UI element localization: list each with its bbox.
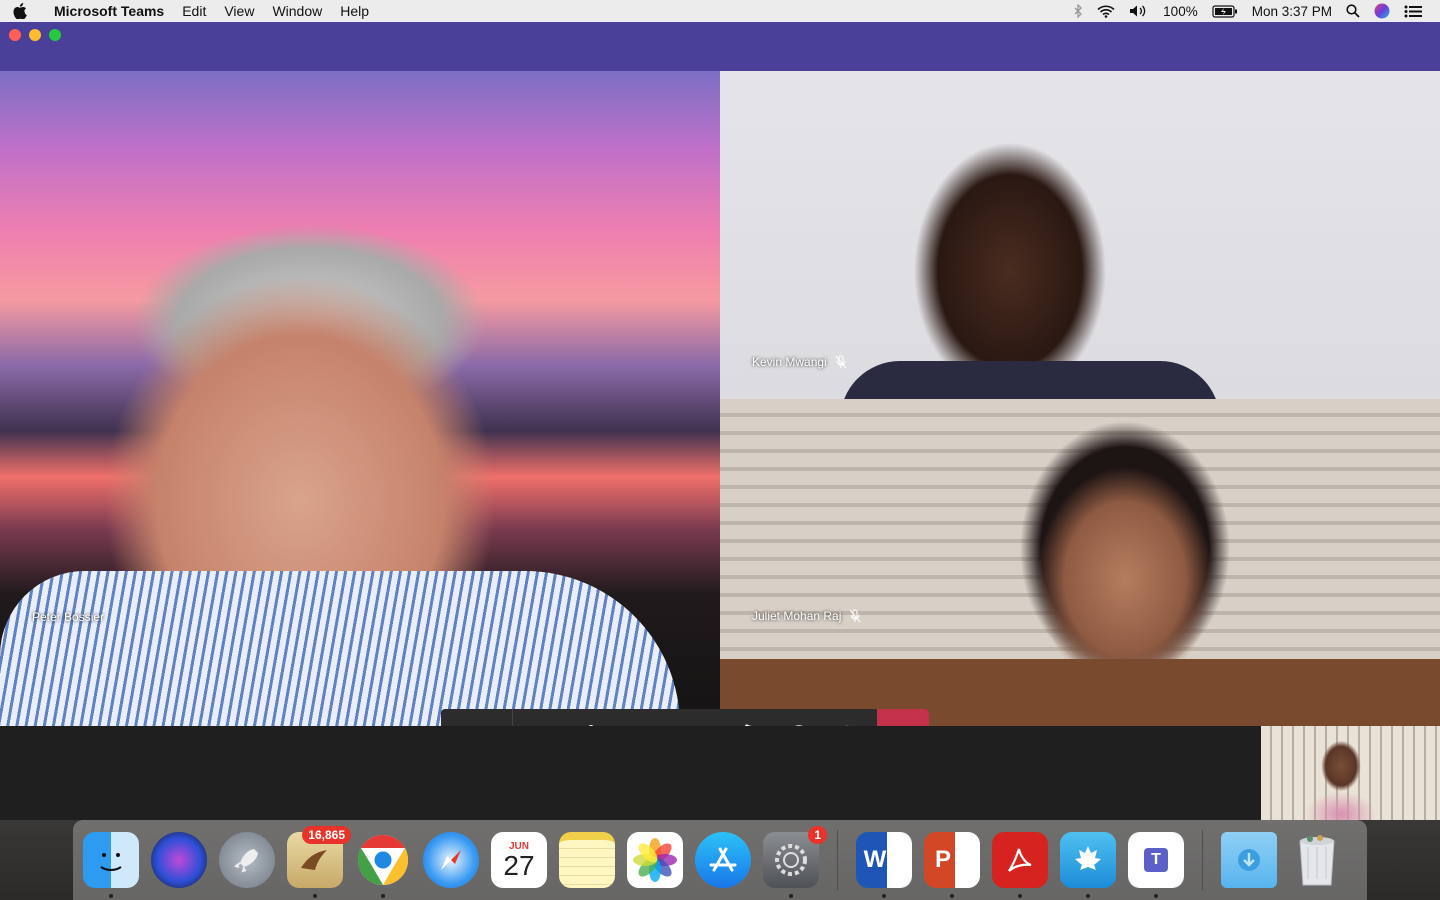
zoom-window-button[interactable]	[49, 29, 61, 41]
app-name-menu[interactable]: Microsoft Teams	[40, 3, 173, 19]
siri-icon[interactable]	[151, 832, 207, 888]
dock-separator	[837, 830, 838, 890]
downloads-folder-icon[interactable]	[1221, 832, 1277, 888]
dock: 16,865 JUN 27 1 W P T	[73, 820, 1367, 900]
powerpoint-letter: P	[934, 846, 951, 873]
participant-name: Peter Bossier	[32, 610, 105, 624]
running-indicator	[313, 894, 317, 898]
menu-help[interactable]: Help	[331, 3, 378, 19]
chrome-icon[interactable]	[355, 832, 411, 898]
calendar-day: 27	[503, 849, 535, 881]
participant-name-label: Peter Bossier	[32, 610, 104, 624]
acrobat-icon[interactable]	[992, 832, 1048, 898]
control-center-icon[interactable]	[1404, 5, 1422, 18]
system-preferences-badge: 1	[808, 826, 827, 844]
volume-icon[interactable]	[1129, 4, 1149, 18]
participant-name: Juliet Mohan Raj	[752, 609, 842, 623]
clock[interactable]: Mon 3:37 PM	[1252, 4, 1332, 19]
powerpoint-icon[interactable]: P	[924, 832, 980, 898]
system-preferences-icon[interactable]: 1	[763, 826, 827, 898]
window-title-bar	[0, 22, 1440, 71]
video-frame-detail	[0, 571, 680, 726]
search-icon[interactable]	[1346, 4, 1360, 18]
mail-icon[interactable]: 16,865	[287, 826, 351, 898]
bluetooth-icon[interactable]	[1073, 4, 1083, 18]
video-stage: Peter Bossier Kevin Mwangi Juliet Mohan …	[0, 71, 1440, 761]
close-window-button[interactable]	[9, 29, 21, 41]
menu-edit[interactable]: Edit	[173, 3, 215, 19]
participant-name-label: Juliet Mohan Raj	[752, 609, 861, 623]
dock-separator	[1202, 830, 1203, 890]
safari-icon[interactable]	[423, 832, 479, 888]
minimize-window-button[interactable]	[29, 29, 41, 41]
running-indicator	[109, 894, 113, 898]
muted-mic-icon	[835, 355, 847, 369]
participant-video-juliet[interactable]: Juliet Mohan Raj	[720, 399, 1440, 726]
participant-name: Kevin Mwangi	[752, 355, 827, 369]
finder-icon[interactable]	[83, 832, 139, 898]
photos-icon[interactable]	[627, 832, 683, 888]
maple-icon[interactable]	[1060, 832, 1116, 898]
battery-percent: 100%	[1163, 3, 1198, 19]
apple-icon[interactable]	[0, 3, 40, 19]
running-indicator	[1154, 894, 1158, 898]
running-indicator	[789, 894, 793, 898]
participant-video-peter[interactable]: Peter Bossier	[0, 71, 720, 726]
calendar-icon[interactable]: JUN 27	[491, 832, 547, 888]
video-frame-detail	[840, 361, 1220, 399]
muted-mic-icon	[849, 609, 861, 623]
running-indicator	[381, 894, 385, 898]
word-icon[interactable]: W	[856, 832, 912, 898]
menu-view[interactable]: View	[215, 3, 263, 19]
running-indicator	[1018, 894, 1022, 898]
notes-icon[interactable]	[559, 832, 615, 888]
self-video-preview[interactable]	[1261, 726, 1440, 820]
teams-letter: T	[1144, 848, 1168, 872]
trash-icon[interactable]	[1289, 832, 1345, 888]
wifi-icon[interactable]	[1097, 5, 1115, 18]
app-store-icon[interactable]	[695, 832, 751, 888]
meeting-lower-strip	[0, 726, 1440, 820]
mail-unread-badge: 16,865	[302, 826, 351, 844]
launchpad-icon[interactable]	[219, 832, 275, 888]
menu-window[interactable]: Window	[263, 3, 331, 19]
running-indicator	[950, 894, 954, 898]
participant-video-kevin[interactable]: Kevin Mwangi	[720, 71, 1440, 399]
battery-icon[interactable]	[1212, 4, 1238, 18]
menu-bar: Microsoft Teams Edit View Window Help 10…	[0, 0, 1440, 22]
siri-icon[interactable]	[1374, 3, 1390, 19]
running-indicator	[882, 894, 886, 898]
participant-name-label: Kevin Mwangi	[752, 355, 847, 369]
teams-icon[interactable]: T	[1128, 832, 1184, 898]
word-letter: W	[863, 846, 887, 873]
running-indicator	[1086, 894, 1090, 898]
